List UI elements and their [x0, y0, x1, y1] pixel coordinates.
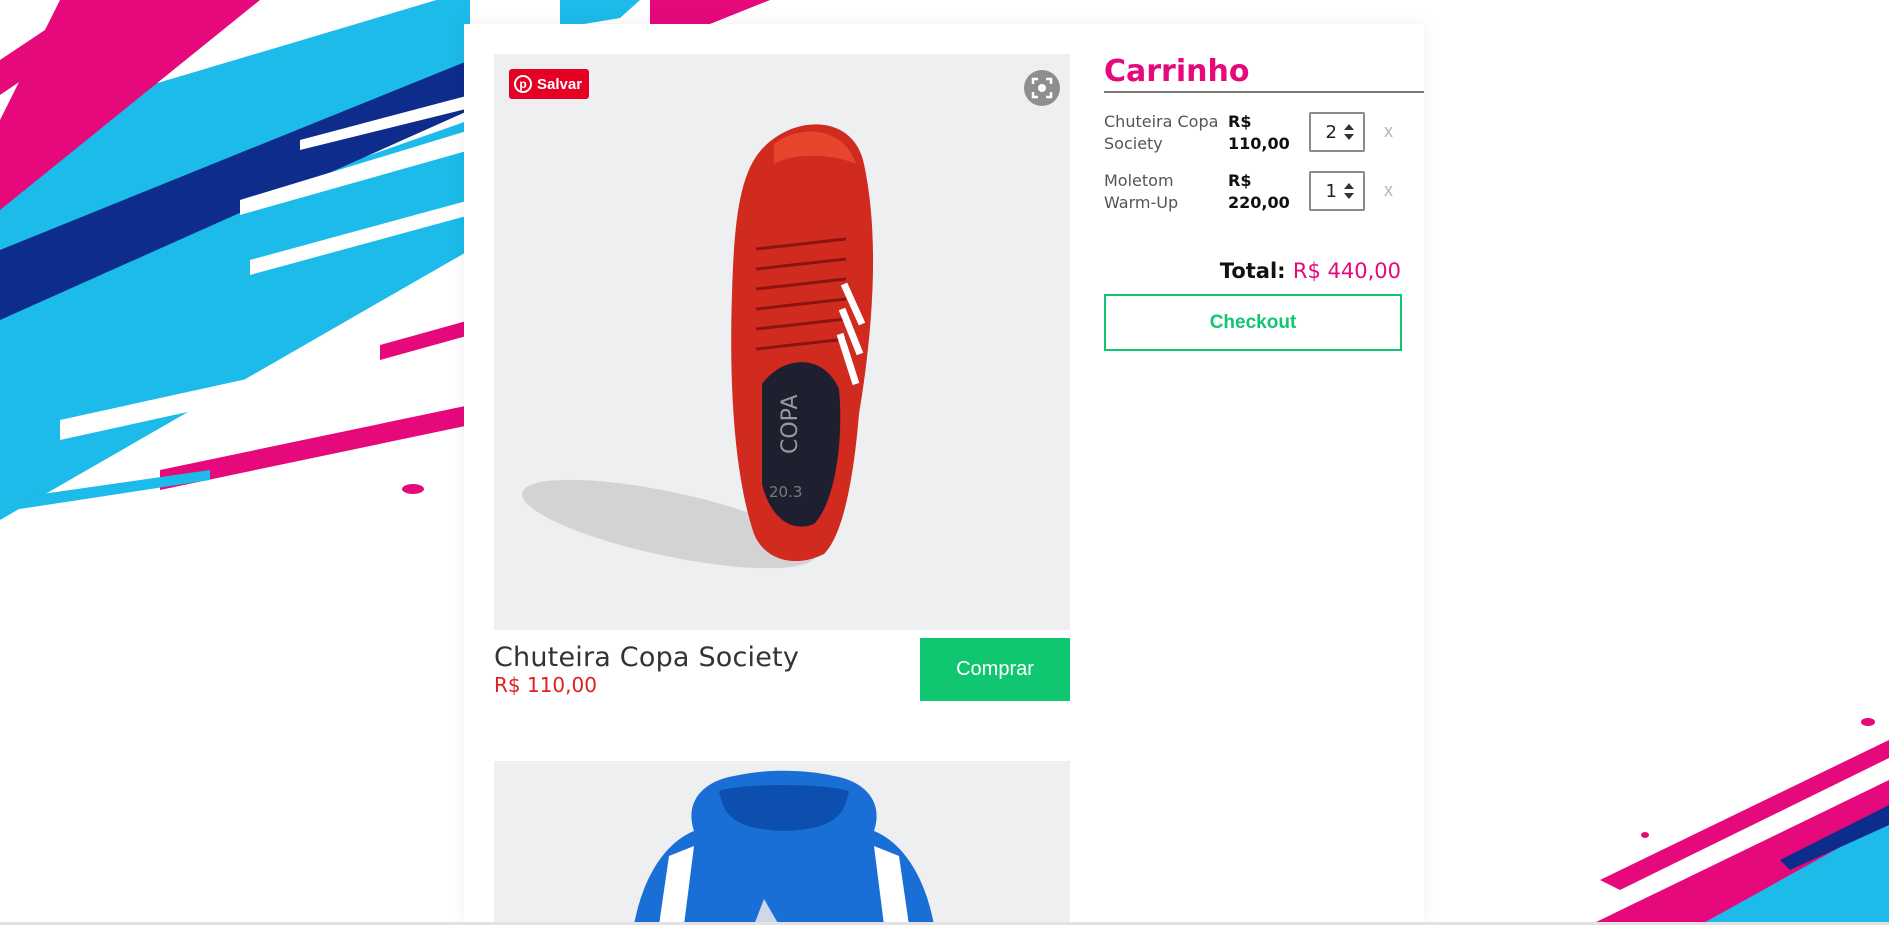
product-card [494, 761, 1070, 925]
cart-item-price: R$ 110,00 [1228, 112, 1290, 153]
cart-total-value: R$ 440,00 [1292, 259, 1401, 283]
cart-item-name: Chuteira Copa Society [1104, 112, 1219, 153]
cart-item: Chuteira Copa Society R$ 110,00 2 x [1104, 111, 1424, 170]
product-price: R$ 110,00 [494, 673, 597, 697]
quantity-stepper[interactable]: 1 [1309, 171, 1365, 211]
football-boot-image: COPA 20.3 [522, 124, 874, 569]
quantity-spinner[interactable] [1341, 179, 1357, 203]
quantity-value[interactable]: 2 [1311, 122, 1341, 143]
cart-item: Moletom Warm-Up R$ 220,00 1 x [1104, 170, 1424, 229]
buy-button[interactable]: Comprar [920, 638, 1070, 701]
quantity-stepper[interactable]: 2 [1309, 112, 1365, 152]
remove-item-button[interactable]: x [1384, 121, 1393, 142]
cart-total-label: Total: [1219, 259, 1286, 283]
pinterest-icon: p [514, 75, 532, 93]
pinterest-save-button[interactable]: p Salvar [509, 69, 590, 99]
cart-item-name: Moletom Warm-Up [1104, 171, 1179, 212]
page-container: COPA 20.3 p Salvar Chuteira Copa Society… [464, 24, 1424, 925]
checkout-button[interactable]: Checkout [1104, 294, 1402, 351]
product-name: Chuteira Copa Society [494, 642, 800, 673]
product-image[interactable] [494, 761, 1070, 925]
visual-search-icon[interactable] [1024, 70, 1060, 106]
pinterest-save-label: Salvar [537, 75, 583, 93]
chevron-down-icon[interactable] [1344, 193, 1354, 199]
hoodie-image [634, 770, 934, 925]
chevron-down-icon[interactable] [1344, 134, 1354, 140]
chevron-up-icon[interactable] [1344, 183, 1354, 189]
cart-title: Carrinho [1104, 54, 1424, 93]
product-image[interactable]: COPA 20.3 p Salvar [494, 54, 1070, 630]
product-card: COPA 20.3 p Salvar Chuteira Copa Society… [494, 54, 1070, 710]
cart-item-price: R$ 220,00 [1228, 171, 1290, 212]
cart-panel: Carrinho Chuteira Copa Society R$ 110,00… [1104, 54, 1424, 351]
quantity-value[interactable]: 1 [1311, 181, 1341, 202]
svg-text:COPA: COPA [778, 394, 803, 454]
chevron-up-icon[interactable] [1344, 124, 1354, 130]
svg-text:20.3: 20.3 [769, 483, 802, 501]
quantity-spinner[interactable] [1341, 120, 1357, 144]
cart-total: Total: R$ 440,00 [1220, 259, 1401, 283]
remove-item-button[interactable]: x [1384, 180, 1393, 201]
product-info: Chuteira Copa Society R$ 110,00 Comprar [494, 630, 1070, 710]
